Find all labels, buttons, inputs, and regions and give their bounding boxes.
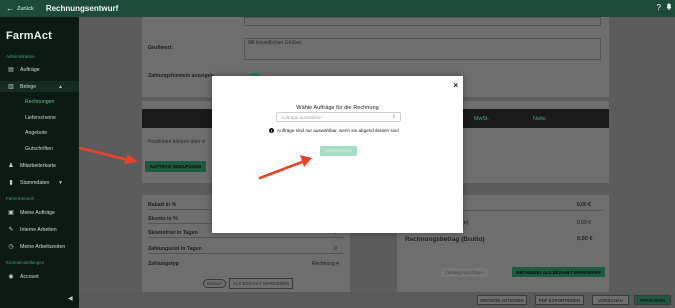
dialog-hint: i Aufträge sind nur auswählbar, wenn sie… <box>269 128 399 133</box>
brand-logo: FarmAct <box>6 30 53 42</box>
sidebar-subitem-gutschriften[interactable]: Gutschriften <box>25 146 53 152</box>
add-order-button[interactable]: AUFTRAG HINZUFÜGEN <box>145 161 206 172</box>
skontofrist-label: Skontofrist in Tagen <box>148 230 198 236</box>
save-button[interactable]: SPEICHERN <box>634 295 671 305</box>
select-orders-dialog: × Wähle Aufträge für die Rechnung Aufträ… <box>212 76 463 233</box>
sidebar-item-interne-arbeiten[interactable]: ✎ Interne Arbeiten <box>0 224 79 235</box>
section-label-kontoeinstellungen: Kontoeinstellungen <box>6 260 45 265</box>
total-value: 0,00 € <box>577 236 593 242</box>
clipboard-icon: ▤ <box>8 67 14 73</box>
sidebar-subitem-rechnungen[interactable]: Rechnungen <box>25 99 54 105</box>
chart-icon: ▮ <box>9 180 13 186</box>
page-title: Rechnungsentwurf <box>45 4 119 13</box>
collapse-sidebar-icon[interactable]: ◀ <box>68 295 73 302</box>
mark-paid-button[interactable]: ALS BEZAHLT MARKIEREN <box>229 278 294 289</box>
sidebar-item-stammdaten[interactable]: ▮ Stammdaten ▼ <box>0 177 79 188</box>
sidebar-item-mitarbeiterkarte[interactable]: ♟ Mitarbeiterkarte <box>0 160 79 171</box>
red-arrow-annotation <box>258 155 312 180</box>
sidebar-item-belege[interactable]: ▥ Belege ▲ <box>0 81 79 92</box>
sidebar-item-label: Stammdaten <box>20 179 50 186</box>
document-icon: ▥ <box>8 84 14 90</box>
grusswort-label: Grußwort: <box>148 45 174 51</box>
sidebar-item-label: Aufträge <box>20 66 40 73</box>
preview-button[interactable]: VORSCHAU <box>592 295 629 305</box>
red-arrow-annotation <box>78 146 138 164</box>
close-icon[interactable]: × <box>453 81 458 90</box>
add-payment-button[interactable]: Zahlung hinzufügen <box>441 268 488 277</box>
users-icon: ♟ <box>8 163 14 169</box>
zahlungshinweis-label: Zahlungshinweis anzeigen <box>148 73 214 79</box>
rabatt-label: Rabatt in % <box>148 202 177 208</box>
dialog-hint-text: Aufträge sind nur auswählbar, wenn sie a… <box>277 128 399 133</box>
mark-invoice-paid-button[interactable]: RECHNUNG ALS BEZAHLT MARKIEREN <box>512 267 605 277</box>
summary-value-1: 0,00 € <box>577 202 591 208</box>
sidebar: FarmAct Administration ▤ Aufträge ▥ Bele… <box>0 17 79 308</box>
intro-textarea[interactable] <box>244 17 601 26</box>
status-badge: Entwurf <box>203 279 226 288</box>
clock-icon: ◷ <box>8 244 14 250</box>
zahlungstyp-value: Rechnung <box>312 261 335 267</box>
sidebar-item-auftraege[interactable]: ▤ Aufträge <box>0 64 79 75</box>
divider <box>148 237 344 238</box>
user-circle-icon: ◉ <box>8 274 14 280</box>
sidebar-item-label: Meine Aufträge <box>20 209 55 216</box>
chevron-up-icon: ▲ <box>58 83 63 90</box>
back-button[interactable]: ← Zurück <box>6 3 34 13</box>
sidebar-item-account[interactable]: ◉ Account <box>0 271 79 282</box>
sidebar-item-label: Account <box>20 273 39 280</box>
sidebar-subitem-angebote[interactable]: Angebote <box>25 130 47 136</box>
top-bar: ← Zurück Rechnungsentwurf ? <box>0 0 675 17</box>
add-selected-button[interactable]: HINZUFÜGEN <box>320 146 357 156</box>
grusswort-value: Mit freundlichen Grüßen <box>248 40 302 46</box>
section-label-administration: Administration <box>6 54 35 59</box>
summary-value-2: 0,00 € <box>577 220 591 226</box>
dialog-title: Wähle Aufträge für die Rechnung <box>296 105 379 111</box>
orders-select[interactable]: Aufträge auswählen ⇕ <box>276 112 401 122</box>
back-label: Zurück <box>17 5 34 12</box>
column-mwst: MwSt. <box>474 116 489 122</box>
skonto-label: Skonto in % <box>148 216 178 222</box>
sidebar-subitem-lieferscheine[interactable]: Lieferscheine <box>25 115 56 121</box>
sidebar-item-meine-auftraege[interactable]: ▣ Meine Aufträge <box>0 207 79 218</box>
more-actions-button[interactable]: WEITERE AKTIONEN <box>477 295 527 305</box>
info-icon: i <box>269 128 274 133</box>
help-icon[interactable]: ? <box>657 3 661 12</box>
orders-select-placeholder: Aufträge auswählen <box>281 114 322 120</box>
zahlungsziel-label: Zahlungsziel in Tagen <box>148 246 202 252</box>
select-arrows-icon: ⇕ <box>391 114 396 120</box>
divider <box>148 253 344 254</box>
zahlungstyp-select[interactable]: Rechnung ▾ <box>312 261 339 267</box>
sidebar-item-label: Interne Arbeiten <box>20 226 57 233</box>
arrow-left-icon: ← <box>6 3 14 13</box>
export-pdf-button[interactable]: PDF EXPORTIEREN <box>535 295 584 305</box>
column-netto: Netto <box>533 116 546 122</box>
sidebar-item-label: Meine Arbeitszeiten <box>20 243 66 250</box>
zahlungstyp-label: Zahlungstyp <box>148 261 179 267</box>
truck-icon: ▣ <box>8 210 14 216</box>
sidebar-item-label: Belege <box>20 83 37 90</box>
zahlungsziel-value[interactable]: 0 <box>334 246 337 252</box>
chevron-down-icon: ▼ <box>58 179 63 186</box>
wrench-icon: ✎ <box>8 227 14 233</box>
sidebar-item-meine-arbeitszeiten[interactable]: ◷ Meine Arbeitszeiten <box>0 241 79 252</box>
chevron-down-icon: ▾ <box>336 261 339 267</box>
total-label: Rechnungsbetrag (Brutto) <box>405 236 485 243</box>
bottom-action-bar: WEITERE AKTIONEN PDF EXPORTIEREN VORSCHA… <box>79 292 675 308</box>
bell-icon[interactable] <box>666 3 672 12</box>
section-label-fahrerbereich: Fahrerbereich <box>6 196 35 201</box>
positions-hint: Positionen können über d <box>148 139 205 145</box>
sidebar-item-label: Mitarbeiterkarte <box>20 162 57 169</box>
